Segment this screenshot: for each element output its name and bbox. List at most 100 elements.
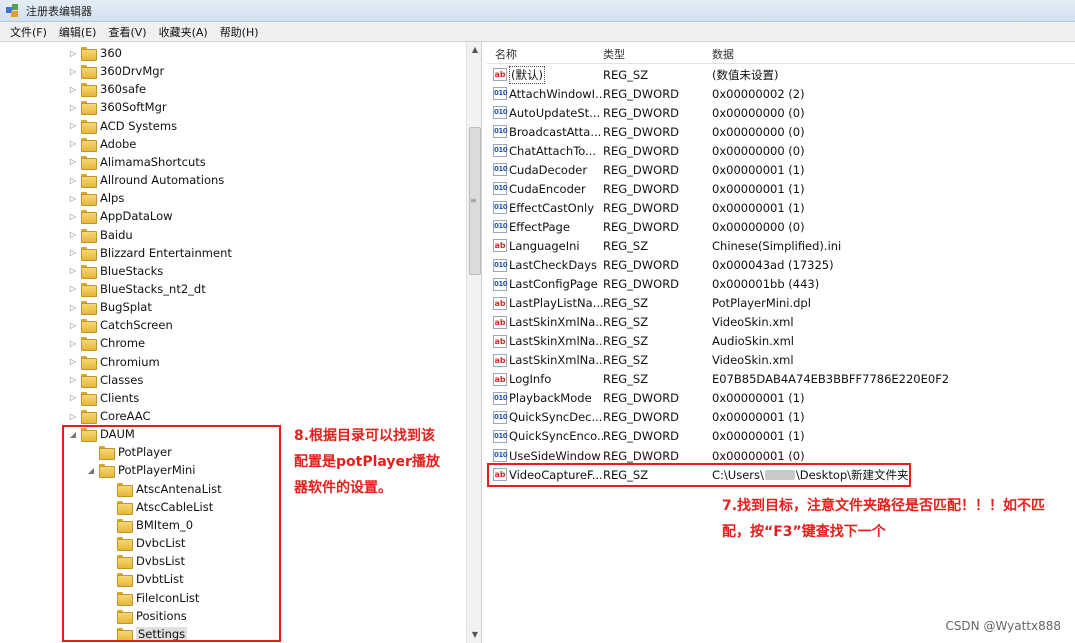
column-header-type[interactable]: 类型	[603, 46, 625, 62]
tree-item-label: BugSplat	[100, 300, 152, 315]
expand-arrow-icon[interactable]: ▷	[68, 339, 78, 348]
value-type: REG_DWORD	[603, 105, 680, 120]
registry-value-row[interactable]: 010 CudaDecoder REG_DWORD 0x00000001 (1)	[487, 160, 1075, 179]
expand-arrow-icon[interactable]: ▷	[68, 230, 78, 239]
tree-item[interactable]: ▷ 360SoftMgr	[68, 98, 167, 116]
tree-item[interactable]: ▷ BugSplat	[68, 298, 152, 316]
registry-value-row[interactable]: 010 QuickSyncDec... REG_DWORD 0x00000001 (1…	[487, 408, 1075, 427]
registry-value-row[interactable]: ab LogInfo REG_SZ E07B85DAB4A74EB3BBFF7786E…	[487, 370, 1075, 389]
tree-item[interactable]: ▷ Chromium	[68, 353, 160, 371]
tree-item[interactable]: ▷ Classes	[68, 371, 143, 389]
registry-value-row[interactable]: 010 ChatAttachTo... REG_DWORD 0x00000000 (0…	[487, 141, 1075, 160]
menu-file[interactable]: 文件(F)	[4, 24, 53, 40]
tree-item[interactable]: ▷ Baidu	[68, 226, 133, 244]
expand-arrow-icon[interactable]: ▷	[68, 67, 78, 76]
expand-arrow-icon[interactable]: ▷	[68, 284, 78, 293]
tree-item[interactable]: ▷ Blizzard Entertainment	[68, 244, 232, 262]
expand-arrow-icon[interactable]: ▷	[68, 303, 78, 312]
value-data: AudioSkin.xml	[712, 334, 794, 349]
registry-value-row[interactable]: 010 BroadcastAtta... REG_DWORD 0x00000000 (…	[487, 122, 1075, 141]
value-type: REG_DWORD	[603, 181, 680, 196]
registry-value-row[interactable]: ab (默认) REG_SZ (数值未设置)	[487, 65, 1075, 84]
value-type: REG_SZ	[603, 372, 649, 387]
tree-item[interactable]: ▷ Adobe	[68, 135, 136, 153]
registry-value-row[interactable]: 010 AttachWindowI... REG_DWORD 0x00000002 (…	[487, 84, 1075, 103]
tree-item-label: Baidu	[100, 227, 133, 242]
registry-value-row[interactable]: 010 PlaybackMode REG_DWORD 0x00000001 (1)	[487, 389, 1075, 408]
folder-icon	[81, 337, 97, 352]
tree-scrollbar[interactable]: ▲ ≡ ▼	[466, 42, 481, 643]
tree-item[interactable]: ▷ CatchScreen	[68, 316, 173, 334]
tree-item[interactable]: ▷ Alps	[68, 189, 124, 207]
folder-icon	[81, 174, 97, 189]
reg-dword-icon: 010	[493, 144, 508, 158]
column-header-name[interactable]: 名称	[495, 46, 517, 62]
value-type: REG_SZ	[603, 334, 649, 349]
registry-value-row[interactable]: 010 LastCheckDays REG_DWORD 0x000043ad (173…	[487, 256, 1075, 275]
expand-arrow-icon[interactable]: ▷	[68, 212, 78, 221]
tree-item[interactable]: ▷ AppDataLow	[68, 207, 173, 225]
expand-arrow-icon[interactable]: ▷	[68, 121, 78, 130]
expand-arrow-icon[interactable]: ▷	[68, 85, 78, 94]
value-data: E07B85DAB4A74EB3BBFF7786E220E0F2	[712, 372, 950, 387]
expand-arrow-icon[interactable]: ▷	[68, 357, 78, 366]
folder-icon	[81, 301, 97, 316]
expand-arrow-icon[interactable]: ▷	[68, 176, 78, 185]
tree-item[interactable]: ▷ BlueStacks_nt2_dt	[68, 280, 206, 298]
value-type: REG_DWORD	[603, 86, 680, 101]
menu-edit[interactable]: 编辑(E)	[53, 24, 103, 40]
column-header-data[interactable]: 数据	[712, 46, 734, 62]
expand-arrow-icon[interactable]: ▷	[68, 103, 78, 112]
value-name: LastSkinXmlNa...	[509, 334, 605, 349]
registry-value-row[interactable]: ab LastSkinXmlNa... REG_SZ VideoSkin.xml	[487, 351, 1075, 370]
tree-item[interactable]: ▷ Chrome	[68, 334, 145, 352]
scroll-up-icon[interactable]: ▲	[467, 42, 481, 58]
folder-icon	[81, 319, 97, 334]
expand-arrow-icon[interactable]: ▷	[68, 49, 78, 58]
tree-item[interactable]: ▷ 360safe	[68, 80, 146, 98]
expand-arrow-icon[interactable]: ▷	[68, 266, 78, 275]
value-data: 0x00000001 (1)	[712, 181, 805, 196]
registry-value-row[interactable]: 010 QuickSyncEnco... REG_DWORD 0x00000001 (…	[487, 427, 1075, 446]
expand-arrow-icon[interactable]: ▷	[68, 139, 78, 148]
registry-value-row[interactable]: 010 AutoUpdateSt... REG_DWORD 0x00000000 (0…	[487, 103, 1075, 122]
registry-value-row[interactable]: ab LastSkinXmlNa... REG_SZ VideoSkin.xml	[487, 313, 1075, 332]
value-name: LastSkinXmlNa...	[509, 353, 605, 368]
value-type: REG_SZ	[603, 67, 649, 82]
registry-value-row[interactable]: 010 EffectPage REG_DWORD 0x00000000 (0)	[487, 217, 1075, 236]
expand-arrow-icon[interactable]: ▷	[68, 157, 78, 166]
tree-item[interactable]: ▷ 360DrvMgr	[68, 62, 164, 80]
tree-item-label: CatchScreen	[100, 318, 173, 333]
registry-value-row[interactable]: ab LastPlayListNa... REG_SZ PotPlayerMini.d…	[487, 294, 1075, 313]
tree-item[interactable]: ▷ ACD Systems	[68, 117, 177, 135]
tree-item[interactable]: ▷ Clients	[68, 389, 139, 407]
tree-item[interactable]: ▷ 360	[68, 44, 122, 62]
menu-view[interactable]: 查看(V)	[102, 24, 152, 40]
value-type: REG_SZ	[603, 353, 649, 368]
registry-editor-icon	[6, 3, 20, 18]
value-type: REG_SZ	[603, 238, 649, 253]
menu-favorites[interactable]: 收藏夹(A)	[153, 24, 214, 40]
scroll-down-icon[interactable]: ▼	[467, 627, 481, 643]
expand-arrow-icon[interactable]: ▷	[68, 412, 78, 421]
registry-value-row[interactable]: 010 EffectCastOnly REG_DWORD 0x00000001 (1)	[487, 198, 1075, 217]
tree-item[interactable]: ▷ BlueStacks	[68, 262, 163, 280]
expand-arrow-icon[interactable]: ▷	[68, 194, 78, 203]
tree-item[interactable]: ▷ CoreAAC	[68, 407, 151, 425]
expand-arrow-icon[interactable]: ▷	[68, 375, 78, 384]
tree-item-label: AppDataLow	[100, 209, 173, 224]
value-name: CudaDecoder	[509, 162, 588, 177]
registry-value-row[interactable]: ab LanguageIni REG_SZ Chinese(Simplified).i…	[487, 236, 1075, 255]
menu-help[interactable]: 帮助(H)	[214, 24, 265, 40]
registry-value-row[interactable]: ab LastSkinXmlNa... REG_SZ AudioSkin.xml	[487, 332, 1075, 351]
value-data: 0x00000000 (0)	[712, 124, 805, 139]
tree-item[interactable]: ▷ Allround Automations	[68, 171, 224, 189]
expand-arrow-icon[interactable]: ▷	[68, 393, 78, 402]
tree-item[interactable]: ▷ AlimamaShortcuts	[68, 153, 206, 171]
registry-value-row[interactable]: 010 CudaEncoder REG_DWORD 0x00000001 (1)	[487, 179, 1075, 198]
expand-arrow-icon[interactable]: ▷	[68, 248, 78, 257]
value-data: Chinese(Simplified).ini	[712, 238, 842, 253]
registry-value-row[interactable]: 010 LastConfigPage REG_DWORD 0x000001bb (44…	[487, 275, 1075, 294]
column-header-row: 名称 类型 数据	[487, 42, 1075, 64]
expand-arrow-icon[interactable]: ▷	[68, 321, 78, 330]
